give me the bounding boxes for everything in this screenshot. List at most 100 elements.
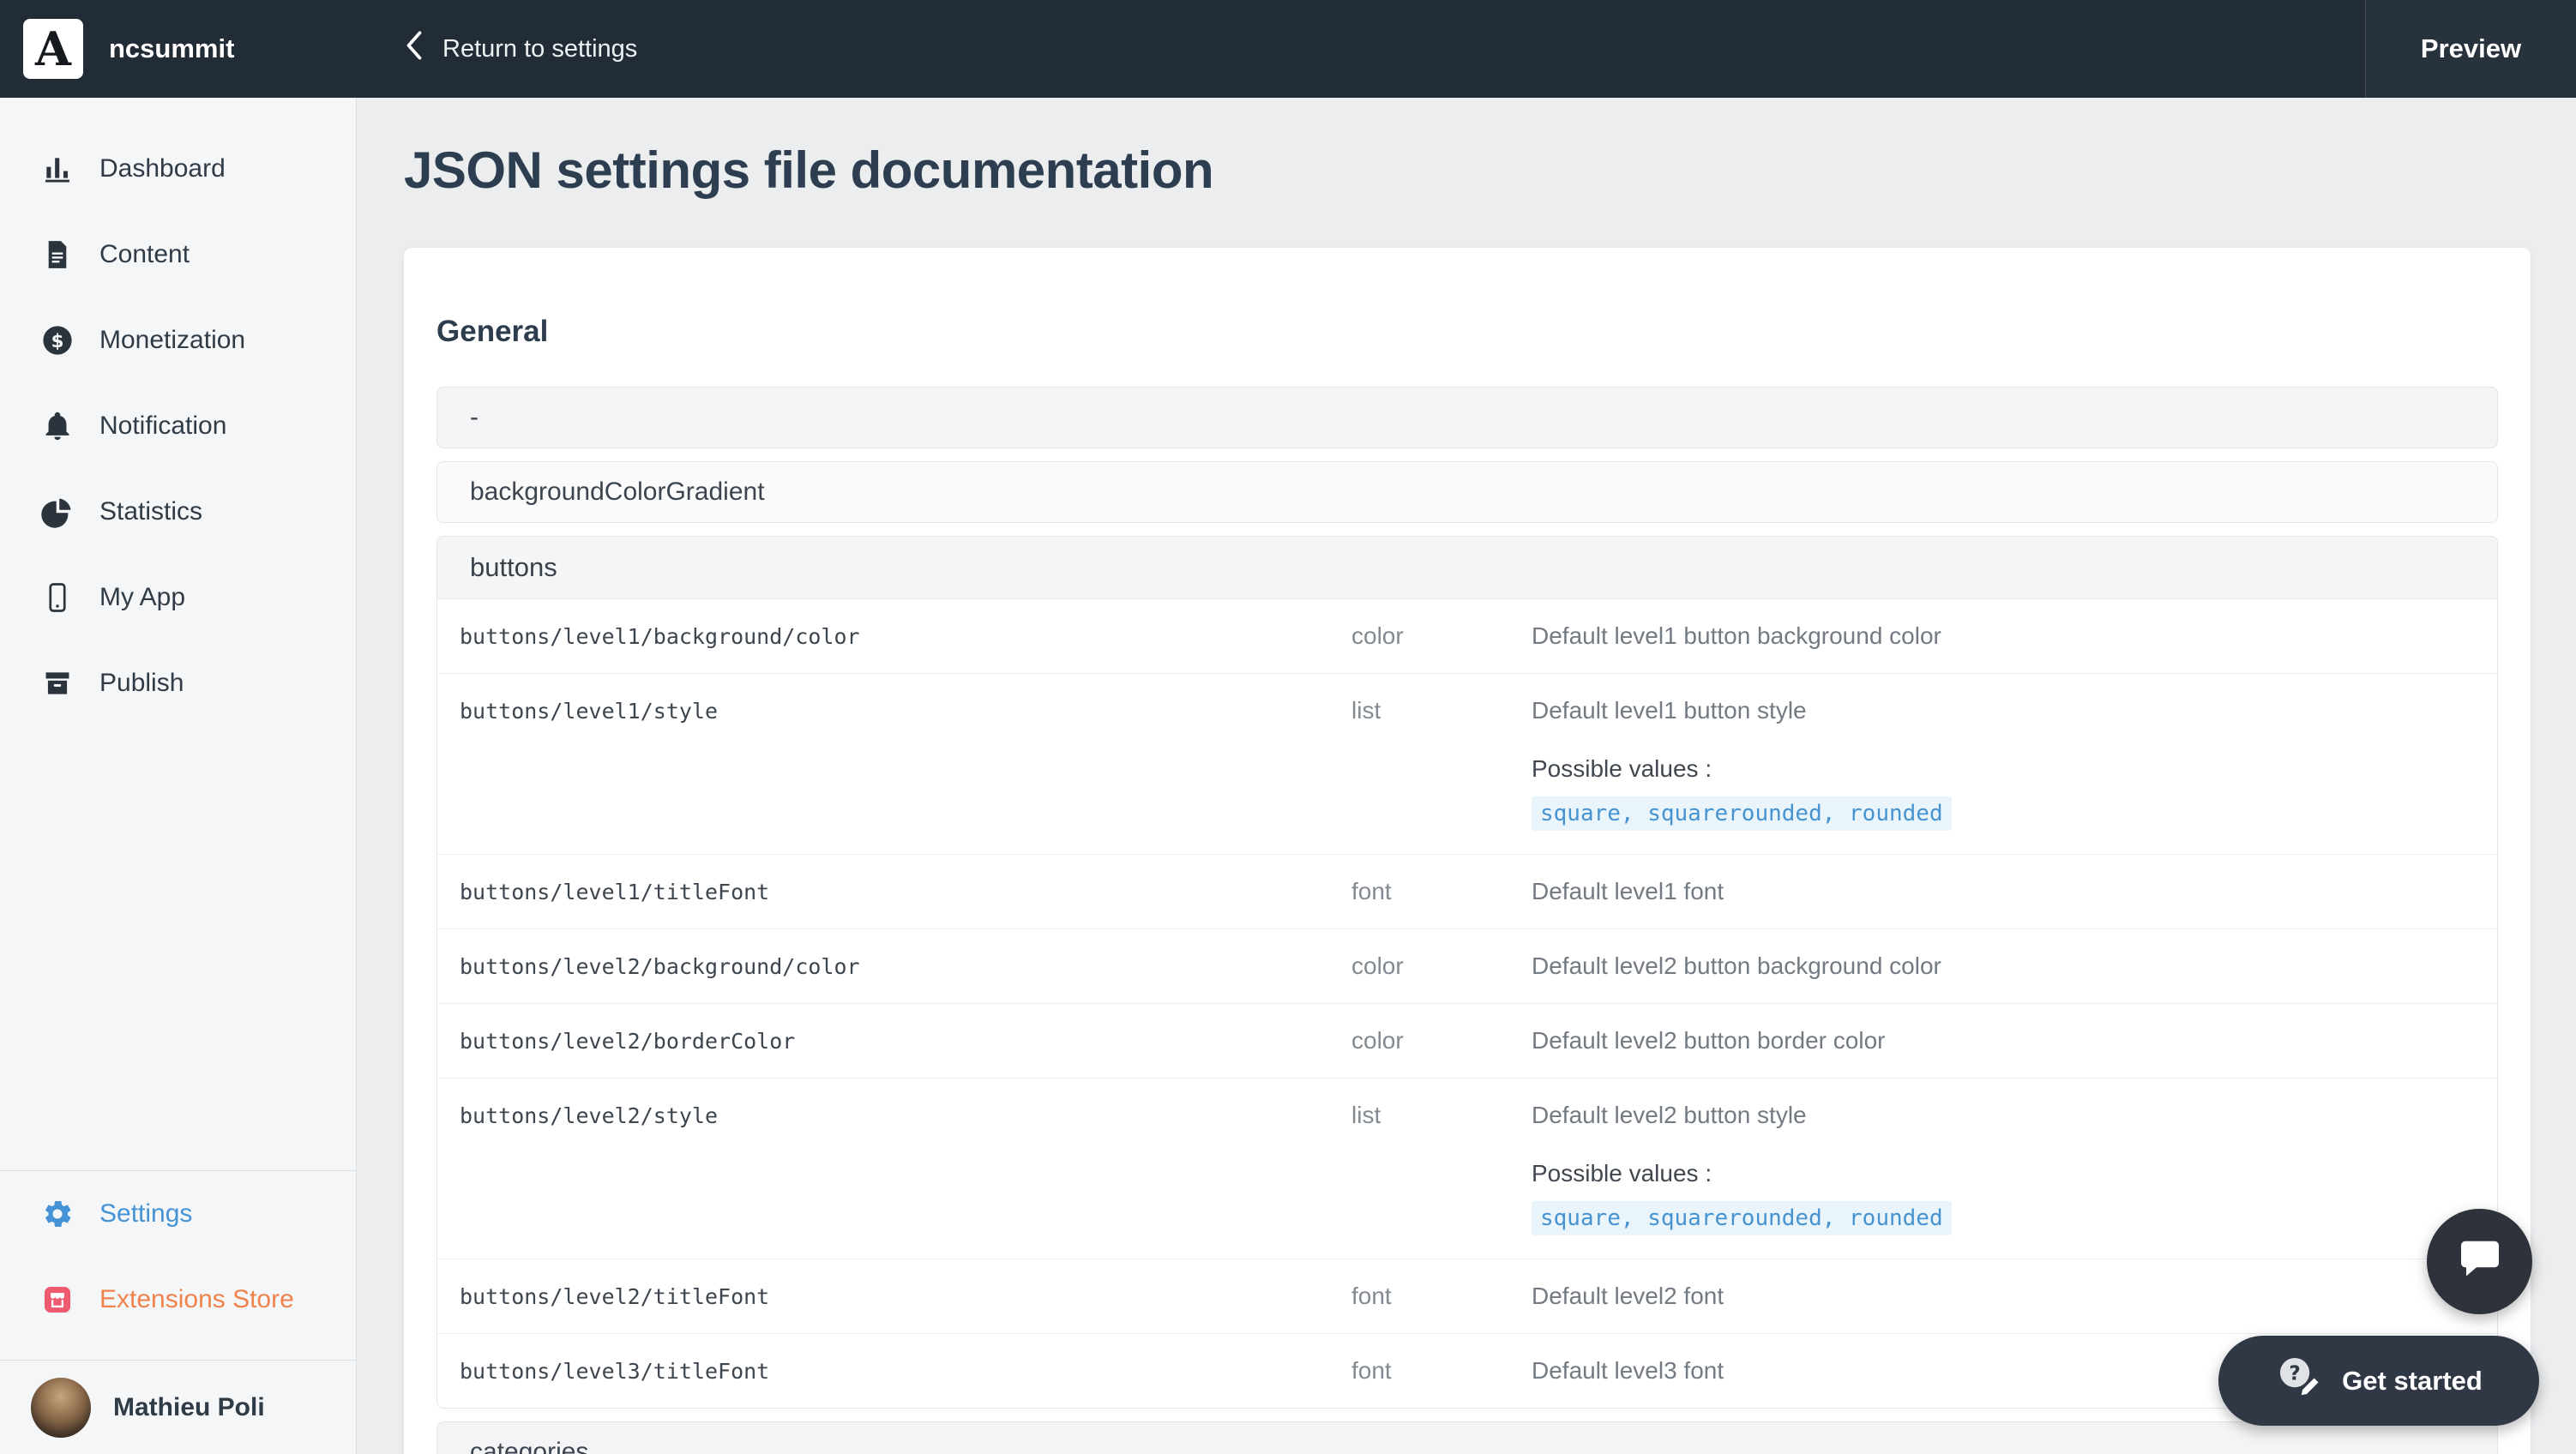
sidebar-item-label: Extensions Store bbox=[99, 1285, 294, 1314]
return-to-settings-label: Return to settings bbox=[442, 35, 637, 63]
group-label: categories bbox=[470, 1438, 588, 1454]
group-label: - bbox=[470, 403, 478, 432]
setting-description: Default level1 button style Possible val… bbox=[1532, 674, 2497, 854]
sidebar-item-label: My App bbox=[99, 583, 185, 612]
user-name: Mathieu Poli bbox=[113, 1393, 265, 1422]
sidebar-item-statistics[interactable]: Statistics bbox=[0, 469, 356, 555]
setting-key: buttons/level1/titleFont bbox=[460, 855, 1351, 928]
table-row: buttons/level2/borderColor color Default… bbox=[437, 1004, 2497, 1078]
settings-group-buttons: buttons buttons/level1/background/color … bbox=[436, 536, 2498, 1409]
setting-description: Default level2 font bbox=[1532, 1259, 2497, 1333]
sidebar: Dashboard Content $ Monetization Notific… bbox=[0, 98, 357, 1454]
app-logo: A bbox=[23, 19, 83, 79]
sidebar-item-label: Notification bbox=[99, 412, 226, 441]
setting-type: font bbox=[1351, 1259, 1532, 1333]
possible-values-code: square, squarerounded, rounded bbox=[1532, 1201, 1952, 1235]
section-title: General bbox=[436, 315, 2498, 349]
possible-values: square, squarerounded, rounded bbox=[1532, 1201, 2471, 1235]
settings-group-background-color-gradient[interactable]: backgroundColorGradient bbox=[436, 461, 2498, 523]
pie-chart-icon bbox=[41, 496, 74, 528]
setting-type: font bbox=[1351, 1334, 1532, 1408]
table-row: buttons/level1/background/color color De… bbox=[437, 599, 2497, 674]
bell-icon bbox=[41, 410, 74, 442]
setting-key: buttons/level1/background/color bbox=[460, 599, 1351, 673]
possible-values-label: Possible values : bbox=[1532, 755, 2471, 783]
setting-description: Default level1 font bbox=[1532, 855, 2497, 928]
preview-button[interactable]: Preview bbox=[2365, 0, 2576, 98]
sidebar-item-label: Settings bbox=[99, 1199, 192, 1229]
box-icon bbox=[41, 667, 74, 700]
sidebar-item-label: Publish bbox=[99, 669, 184, 698]
setting-key: buttons/level3/titleFont bbox=[460, 1334, 1351, 1408]
setting-description: Default level2 button style Possible val… bbox=[1532, 1078, 2497, 1259]
page-title: JSON settings file documentation bbox=[404, 141, 2576, 200]
sidebar-nav: Dashboard Content $ Monetization Notific… bbox=[0, 98, 356, 726]
setting-description-text: Default level2 button style bbox=[1532, 1102, 2471, 1129]
document-icon bbox=[41, 238, 74, 271]
sidebar-item-settings[interactable]: Settings bbox=[0, 1171, 356, 1257]
setting-type: list bbox=[1351, 1078, 1532, 1259]
setting-description: Default level1 button background color bbox=[1532, 599, 2497, 673]
sidebar-item-my-app[interactable]: My App bbox=[0, 555, 356, 640]
sidebar-item-publish[interactable]: Publish bbox=[0, 640, 356, 726]
sidebar-item-label: Dashboard bbox=[99, 154, 226, 183]
logo-letter: A bbox=[35, 21, 71, 76]
table-row: buttons/level1/style list Default level1… bbox=[437, 674, 2497, 855]
setting-key: buttons/level2/titleFont bbox=[460, 1259, 1351, 1333]
preview-label: Preview bbox=[2421, 33, 2521, 64]
avatar bbox=[31, 1378, 91, 1438]
setting-key: buttons/level2/borderColor bbox=[460, 1004, 1351, 1078]
topbar: A ncsummit Return to settings Preview bbox=[0, 0, 2576, 98]
setting-type: font bbox=[1351, 855, 1532, 928]
smartphone-icon bbox=[41, 581, 74, 614]
table-row: buttons/level2/style list Default level2… bbox=[437, 1078, 2497, 1259]
possible-values: square, squarerounded, rounded bbox=[1532, 796, 2471, 831]
setting-description-text: Default level1 button style bbox=[1532, 697, 2471, 724]
chat-icon bbox=[2454, 1234, 2506, 1289]
svg-text:?: ? bbox=[2290, 1362, 2301, 1385]
sidebar-item-extensions-store[interactable]: Extensions Store bbox=[0, 1257, 356, 1343]
sidebar-item-monetization[interactable]: $ Monetization bbox=[0, 297, 356, 383]
sidebar-item-label: Monetization bbox=[99, 326, 245, 355]
sidebar-item-content[interactable]: Content bbox=[0, 212, 356, 297]
documentation-card: General - backgroundColorGradient button… bbox=[404, 248, 2531, 1454]
sidebar-item-dashboard[interactable]: Dashboard bbox=[0, 126, 356, 212]
chat-button[interactable] bbox=[2427, 1209, 2532, 1314]
setting-description: Default level2 button border color bbox=[1532, 1004, 2497, 1078]
return-to-settings-button[interactable]: Return to settings bbox=[403, 28, 637, 69]
app-name: ncsummit bbox=[109, 33, 234, 64]
table-row: buttons/level2/titleFont font Default le… bbox=[437, 1259, 2497, 1334]
setting-key: buttons/level2/style bbox=[460, 1078, 1351, 1259]
setting-type: color bbox=[1351, 1004, 1532, 1078]
back-chevron-icon bbox=[403, 28, 425, 69]
main-content: JSON settings file documentation General… bbox=[357, 98, 2576, 1454]
group-label: buttons bbox=[470, 552, 557, 583]
brand: A ncsummit bbox=[0, 19, 357, 79]
svg-text:$: $ bbox=[51, 331, 64, 352]
setting-key: buttons/level2/background/color bbox=[460, 929, 1351, 1003]
dollar-circle-icon: $ bbox=[41, 324, 74, 357]
get-started-label: Get started bbox=[2342, 1366, 2483, 1397]
setting-description: Default level2 button background color bbox=[1532, 929, 2497, 1003]
settings-group-categories[interactable]: categories bbox=[436, 1421, 2498, 1454]
sidebar-item-label: Content bbox=[99, 240, 190, 269]
sidebar-footer-group: Settings Extensions Store bbox=[0, 1170, 356, 1360]
table-row: buttons/level2/background/color color De… bbox=[437, 929, 2497, 1004]
sidebar-item-label: Statistics bbox=[99, 497, 202, 526]
bar-chart-icon bbox=[41, 153, 74, 185]
store-icon bbox=[41, 1283, 74, 1316]
possible-values-label: Possible values : bbox=[1532, 1160, 2471, 1187]
sidebar-footer: Settings Extensions Store Mathieu Poli bbox=[0, 1170, 356, 1454]
group-label: backgroundColorGradient bbox=[470, 478, 765, 507]
table-row: buttons/level1/titleFont font Default le… bbox=[437, 855, 2497, 929]
sidebar-item-notification[interactable]: Notification bbox=[0, 383, 356, 469]
settings-group-dash[interactable]: - bbox=[436, 387, 2498, 448]
setting-type: list bbox=[1351, 674, 1532, 854]
possible-values-code: square, squarerounded, rounded bbox=[1532, 796, 1952, 831]
setting-type: color bbox=[1351, 599, 1532, 673]
group-header-buttons[interactable]: buttons bbox=[437, 537, 2497, 599]
help-icon: ? bbox=[2275, 1354, 2323, 1409]
user-profile[interactable]: Mathieu Poli bbox=[0, 1360, 356, 1454]
get-started-button[interactable]: ? Get started bbox=[2218, 1336, 2539, 1426]
gear-icon bbox=[41, 1198, 74, 1230]
